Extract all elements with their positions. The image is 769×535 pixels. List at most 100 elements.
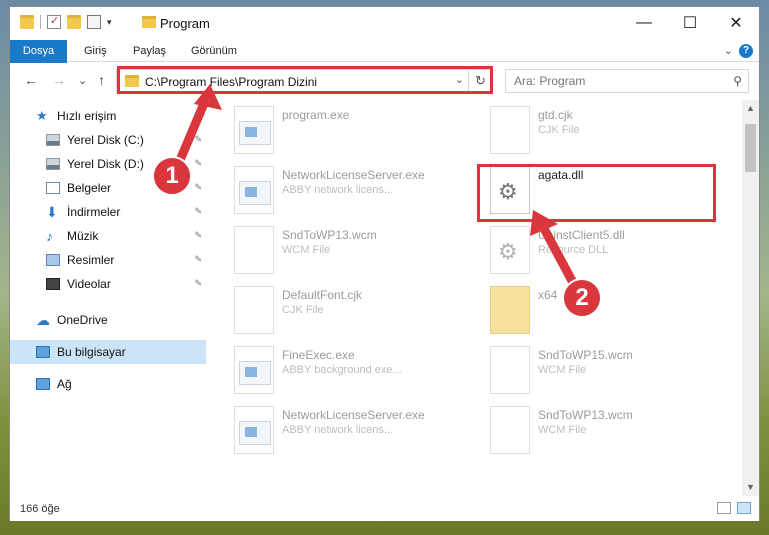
sidebar-item-label: Yerel Disk (D:) xyxy=(67,157,144,171)
new-folder-icon[interactable] xyxy=(67,15,81,29)
item-count: 166 öğe xyxy=(20,503,60,515)
dll-file-highlight xyxy=(477,164,716,222)
pin-icon[interactable]: ✎ xyxy=(194,134,202,145)
ribbon-expand-icon[interactable]: ⌄ xyxy=(724,44,733,57)
file-icon xyxy=(490,106,530,154)
sidebar-item-quick-access[interactable]: ★ Hızlı erişim xyxy=(10,104,206,128)
pin-icon[interactable]: ✎ xyxy=(194,158,202,169)
file-name: x64 xyxy=(538,288,558,302)
pin-icon[interactable]: ✎ xyxy=(194,254,202,265)
network-icon xyxy=(36,378,50,390)
search-input[interactable] xyxy=(506,70,706,92)
file-type: WCM File xyxy=(538,424,587,436)
close-button[interactable]: ✕ xyxy=(713,7,759,39)
dll-file-icon: ⚙ xyxy=(490,226,530,274)
file-type: Resource DLL xyxy=(538,244,609,256)
tab-share[interactable]: Paylaş xyxy=(121,40,178,62)
star-icon: ★ xyxy=(36,108,48,123)
scroll-up-icon[interactable]: ▲ xyxy=(742,100,759,117)
help-icon[interactable]: ? xyxy=(739,44,753,58)
details-view-icon[interactable] xyxy=(717,502,731,514)
address-bar-highlight xyxy=(117,66,493,94)
file-type: CJK File xyxy=(282,304,324,316)
sidebar-item-this-pc[interactable]: Bu bilgisayar xyxy=(10,340,206,364)
title-bar: ▾ Program — ☐ ✕ xyxy=(10,7,759,39)
file-item-defaultfont[interactable]: DefaultFont.cjk CJK File xyxy=(220,280,460,338)
file-name: gtd.cjk xyxy=(538,108,573,122)
pin-icon[interactable]: ✎ xyxy=(194,278,202,289)
file-item-networklicenseserver[interactable]: NetworkLicenseServer.exe ABBY network li… xyxy=(220,160,460,218)
file-name: DefaultFont.cjk xyxy=(282,288,363,302)
file-item-program-exe[interactable]: program.exe xyxy=(220,100,460,158)
file-item-networklicenseserver-2[interactable]: NetworkLicenseServer.exe ABBY network li… xyxy=(220,400,460,458)
file-name: SndToWP13.wcm xyxy=(282,228,377,242)
sidebar-item-downloads[interactable]: ⬇ İndirmeler ✎ xyxy=(10,200,206,224)
pin-icon[interactable]: ✎ xyxy=(194,182,202,193)
file-icon xyxy=(234,286,274,334)
sidebar-item-pictures[interactable]: Resimler ✎ xyxy=(10,248,206,272)
customize-toolbar-icon[interactable]: ▾ xyxy=(107,17,112,28)
scroll-thumb[interactable] xyxy=(745,124,756,172)
folder-icon xyxy=(490,286,530,334)
pin-icon[interactable]: ✎ xyxy=(194,230,202,241)
forward-button[interactable]: → xyxy=(52,72,66,88)
sidebar-item-label: Bu bilgisayar xyxy=(57,345,126,359)
up-button[interactable]: ↑ xyxy=(98,72,105,88)
large-icons-view-icon[interactable] xyxy=(737,502,751,514)
file-type: ABBY background exe... xyxy=(282,364,402,376)
file-item-sndtowp13-2[interactable]: SndToWP13.wcm WCM File xyxy=(476,400,716,458)
file-type: WCM File xyxy=(538,364,587,376)
file-item-uninstclient5[interactable]: ⚙ UninstClient5.dll Resource DLL xyxy=(476,220,716,278)
videos-icon xyxy=(46,278,60,290)
sidebar-item-label: OneDrive xyxy=(57,313,108,327)
gear-icon: ⚙ xyxy=(498,239,518,264)
exe-file-icon xyxy=(234,166,274,214)
file-icon xyxy=(490,346,530,394)
sidebar-item-videos[interactable]: Videolar ✎ xyxy=(10,272,206,296)
file-name: FineExec.exe xyxy=(282,348,355,362)
file-icon xyxy=(490,406,530,454)
properties-icon[interactable] xyxy=(87,15,101,29)
recent-locations-button[interactable]: ⌄ xyxy=(78,74,87,87)
file-list: program.exe gtd.cjk CJK File NetworkLice… xyxy=(220,100,743,496)
scroll-down-icon[interactable]: ▼ xyxy=(742,479,759,496)
back-button[interactable]: ← xyxy=(24,72,38,88)
search-box[interactable]: ⚲ xyxy=(505,69,749,93)
sidebar-item-label: Belgeler xyxy=(67,181,112,195)
vertical-scrollbar[interactable]: ▲ ▼ xyxy=(742,100,759,496)
file-type: ABBY network licens... xyxy=(282,424,394,436)
file-item-sndtowp15[interactable]: SndToWP15.wcm WCM File xyxy=(476,340,716,398)
sidebar-item-label: Yerel Disk (C:) xyxy=(67,133,144,147)
exe-file-icon xyxy=(234,106,274,154)
file-type: CJK File xyxy=(538,124,580,136)
status-bar: 166 öğe xyxy=(10,497,759,521)
properties-check-icon[interactable] xyxy=(47,14,61,29)
file-item-sndtowp13[interactable]: SndToWP13.wcm WCM File xyxy=(220,220,460,278)
tab-home[interactable]: Giriş xyxy=(72,40,119,62)
file-name: program.exe xyxy=(282,108,350,122)
file-name: NetworkLicenseServer.exe xyxy=(282,408,425,422)
title-folder-icon xyxy=(142,16,156,28)
sidebar-item-label: Ağ xyxy=(57,377,72,391)
file-type: WCM File xyxy=(282,244,331,256)
step-2-badge: 2 xyxy=(562,278,602,318)
file-type: ABBY network licens... xyxy=(282,184,394,196)
sidebar-item-drive-c[interactable]: Yerel Disk (C:) ✎ xyxy=(10,128,206,152)
file-item-fineexec[interactable]: FineExec.exe ABBY background exe... xyxy=(220,340,460,398)
window-title: Program xyxy=(160,16,210,31)
tab-view[interactable]: Görünüm xyxy=(179,40,249,62)
downloads-icon: ⬇ xyxy=(46,204,58,220)
sidebar-item-network[interactable]: Ağ xyxy=(10,372,206,396)
search-icon[interactable]: ⚲ xyxy=(733,74,742,88)
folder-icon[interactable] xyxy=(20,15,34,29)
pin-icon[interactable]: ✎ xyxy=(194,206,202,217)
toolbar-divider xyxy=(40,15,41,29)
sidebar-item-onedrive[interactable]: ☁ OneDrive xyxy=(10,308,206,332)
maximize-button[interactable]: ☐ xyxy=(667,7,713,39)
sidebar-item-label: Müzik xyxy=(67,229,99,243)
onedrive-icon: ☁ xyxy=(36,312,50,328)
minimize-button[interactable]: — xyxy=(621,7,667,39)
file-item-gtd-cjk[interactable]: gtd.cjk CJK File xyxy=(476,100,716,158)
drive-icon xyxy=(46,134,60,146)
sidebar-item-music[interactable]: ♪ Müzik ✎ xyxy=(10,224,206,248)
